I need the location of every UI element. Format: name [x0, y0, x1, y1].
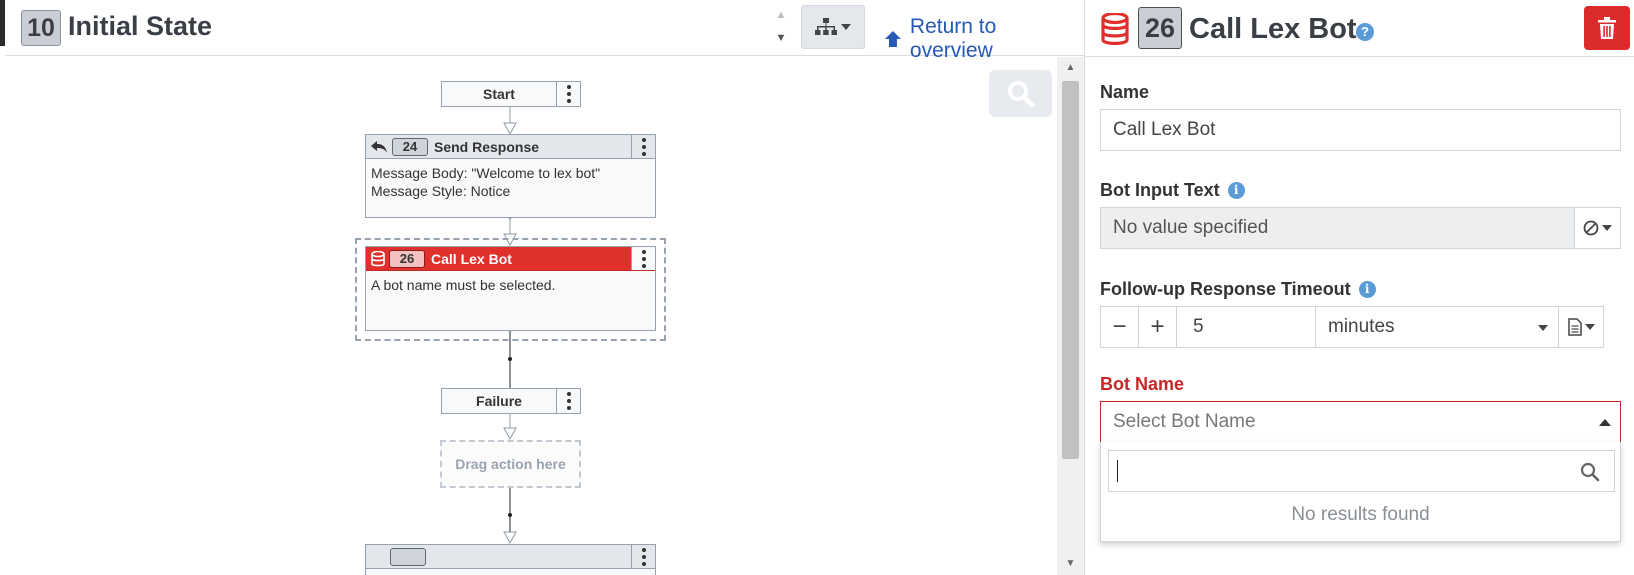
reply-icon: [371, 140, 387, 153]
delete-action-button[interactable]: [1584, 6, 1630, 50]
timeout-unit-select[interactable]: minutes: [1315, 306, 1559, 348]
state-header: 10 Initial State ▲ ▼ Return to overview: [5, 0, 1084, 62]
send-response-node[interactable]: 24 Send Response Message Body: "Welcome …: [365, 134, 656, 218]
decrement-button[interactable]: −: [1100, 306, 1139, 348]
failure-node[interactable]: Failure: [441, 388, 581, 414]
send-response-node-header: 24 Send Response: [366, 135, 655, 159]
start-node-label: Start: [483, 86, 515, 102]
timeout-value-input[interactable]: 5: [1176, 306, 1316, 348]
move-down-arrow-icon[interactable]: ▼: [770, 27, 792, 50]
properties-header: 26 Call Lex Bot ?: [1085, 0, 1634, 57]
sitemap-icon: [815, 18, 837, 35]
call-lex-bot-node[interactable]: 26 Call Lex Bot A bot name must be selec…: [365, 246, 656, 331]
help-icon[interactable]: ?: [1356, 23, 1374, 41]
chevron-down-icon: [1538, 325, 1548, 331]
start-node[interactable]: Start: [441, 81, 581, 107]
database-icon: [371, 250, 385, 266]
drop-zone-label: Drag action here: [455, 456, 566, 472]
flow-editor: 10 Initial State ▲ ▼ Return to overview …: [0, 0, 1084, 575]
database-icon: [1101, 13, 1129, 45]
failure-node-label: Failure: [476, 393, 522, 409]
kebab-icon: [566, 391, 571, 412]
next-node-number: [390, 547, 426, 566]
return-to-overview-link[interactable]: Return to overview: [884, 15, 1084, 63]
bot-name-select[interactable]: Select Bot Name: [1100, 401, 1621, 443]
action-number-badge: 26: [1138, 7, 1182, 49]
send-response-menu[interactable]: [631, 135, 655, 158]
state-number-badge: 10: [21, 10, 61, 46]
name-label-text: Name: [1100, 82, 1150, 102]
scrollbar-thumb[interactable]: [1062, 81, 1079, 459]
send-response-number: 24: [392, 137, 428, 156]
bot-name-search-input[interactable]: [1108, 450, 1615, 492]
bot-input-text-field[interactable]: No value specified: [1100, 207, 1621, 249]
text-cursor: [1117, 460, 1118, 482]
bot-name-label: Bot Name: [1100, 374, 1184, 395]
send-response-body: Message Body: "Welcome to lex bot" Messa…: [366, 159, 655, 205]
chevron-down-icon: [1602, 225, 1612, 231]
bot-name-label-text: Bot Name: [1100, 374, 1185, 394]
timeout-label-text: Follow-up Response Timeout: [1100, 279, 1351, 299]
timeout-value: 5: [1193, 316, 1204, 337]
canvas-search-button[interactable]: [989, 70, 1052, 117]
drag-action-drop-zone[interactable]: Drag action here: [440, 440, 581, 488]
name-label: Name: [1100, 82, 1149, 103]
kebab-icon: [641, 136, 646, 157]
scroll-up-arrow-icon[interactable]: ▲: [1057, 57, 1084, 79]
call-lex-bot-menu[interactable]: [631, 247, 655, 270]
canvas-vertical-scrollbar[interactable]: ▲ ▼: [1057, 57, 1084, 575]
start-node-menu[interactable]: [556, 82, 580, 106]
trash-icon: [1598, 17, 1616, 39]
properties-panel: 26 Call Lex Bot ? Name Call Lex Bot Bot …: [1084, 0, 1634, 575]
timeout-label: Follow-up Response Timeout i: [1100, 279, 1376, 300]
failure-node-menu[interactable]: [556, 389, 580, 413]
call-lex-bot-node-header: 26 Call Lex Bot: [366, 247, 655, 271]
info-icon[interactable]: i: [1358, 281, 1376, 298]
name-input[interactable]: Call Lex Bot: [1100, 109, 1621, 151]
no-results-message: No results found: [1291, 504, 1430, 525]
scroll-down-arrow-icon[interactable]: ▼: [1057, 553, 1084, 575]
return-link-label: Return to overview: [909, 15, 997, 62]
send-response-title: Send Response: [434, 138, 540, 155]
call-lex-bot-title: Call Lex Bot: [431, 250, 512, 267]
document-icon: [1567, 318, 1582, 336]
timeout-stepper: − + 5 minutes: [1100, 306, 1604, 348]
increment-button[interactable]: +: [1138, 306, 1177, 348]
bot-name-dropdown: No results found: [1100, 442, 1621, 542]
search-icon: [1007, 80, 1034, 107]
ban-icon: [1583, 220, 1599, 236]
timeout-options-button[interactable]: [1558, 306, 1604, 348]
call-lex-bot-body: A bot name must be selected.: [366, 271, 655, 299]
arrow-up-icon: [884, 31, 901, 47]
name-input-value: Call Lex Bot: [1113, 119, 1216, 140]
bot-input-options-button[interactable]: [1574, 208, 1620, 248]
chevron-down-icon: [841, 24, 851, 30]
flow-canvas[interactable]: Start 24 Send Response Message Body: "We…: [5, 57, 1057, 575]
info-icon[interactable]: i: [1227, 182, 1245, 199]
action-title: Call Lex Bot: [1189, 13, 1357, 45]
state-sort-arrows: ▲ ▼: [770, 4, 792, 50]
bot-input-text-value: No value specified: [1113, 217, 1269, 238]
search-icon: [1580, 462, 1600, 482]
call-lex-bot-error-message: A bot name must be selected.: [371, 277, 556, 293]
next-node-header: [366, 545, 655, 569]
chevron-down-icon: [1584, 324, 1595, 330]
move-up-arrow-icon[interactable]: ▲: [770, 4, 792, 27]
next-node-menu[interactable]: [631, 545, 655, 568]
bot-name-placeholder: Select Bot Name: [1113, 411, 1256, 432]
kebab-icon: [641, 248, 646, 269]
bot-input-text-label-text: Bot Input Text: [1100, 180, 1220, 200]
app-root: 10 Initial State ▲ ▼ Return to overview …: [0, 0, 1634, 575]
state-title: Initial State: [68, 11, 213, 41]
chevron-up-icon: [1599, 419, 1611, 426]
send-response-message-body: Message Body: "Welcome to lex bot": [371, 165, 601, 181]
kebab-icon: [641, 546, 646, 567]
layout-dropdown-button[interactable]: [801, 5, 865, 49]
kebab-icon: [566, 84, 571, 105]
call-lex-bot-number: 26: [389, 249, 425, 268]
bot-input-text-label: Bot Input Text i: [1100, 180, 1245, 201]
timeout-unit-value: minutes: [1328, 316, 1395, 337]
next-node-partial[interactable]: [365, 544, 656, 575]
send-response-message-style: Message Style: Notice: [371, 183, 511, 199]
